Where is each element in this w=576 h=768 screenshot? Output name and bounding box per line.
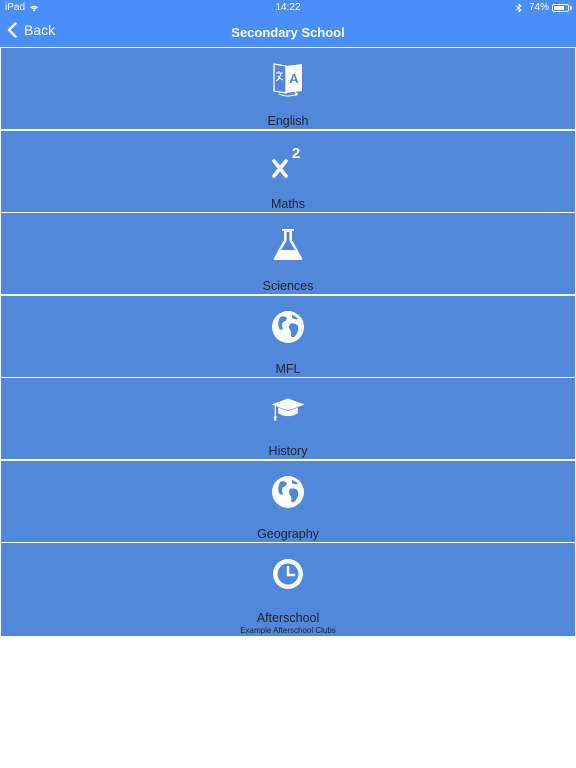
menu-item-geography[interactable]: Geography bbox=[1, 460, 575, 542]
menu-item-afterschool[interactable]: Afterschool Example Afterschool Clubs bbox=[1, 543, 575, 636]
x-squared-icon: 2 bbox=[270, 144, 306, 180]
translate-icon: A bbox=[270, 61, 306, 97]
menu-item-mfl[interactable]: MFL bbox=[1, 295, 575, 377]
subject-menu: A English 2 Maths Sciences MFL History G… bbox=[1, 48, 575, 638]
menu-item-label: English bbox=[267, 114, 309, 128]
status-bar: iPad 14:22 74% bbox=[0, 0, 576, 16]
globe-icon bbox=[270, 309, 306, 345]
status-right: 74% bbox=[515, 2, 572, 13]
clock-icon bbox=[270, 556, 306, 592]
page-title: Secondary School bbox=[231, 25, 345, 40]
menu-item-label: Maths bbox=[270, 196, 306, 211]
menu-item-maths[interactable]: 2 Maths bbox=[1, 130, 575, 212]
menu-item-english[interactable]: A English bbox=[1, 48, 575, 129]
nav-bar: Back Secondary School bbox=[0, 16, 576, 47]
bluetooth-icon bbox=[515, 2, 522, 13]
menu-item-label: MFL bbox=[275, 361, 301, 376]
status-time: 14:22 bbox=[275, 2, 301, 13]
battery-percent: 74% bbox=[528, 2, 549, 13]
battery-nub bbox=[570, 5, 572, 10]
graduation-cap-icon bbox=[270, 391, 306, 427]
battery-icon bbox=[552, 3, 569, 12]
svg-text:A: A bbox=[289, 71, 299, 86]
globe-icon bbox=[270, 474, 306, 510]
flask-icon bbox=[270, 226, 306, 262]
menu-item-label: Geography bbox=[257, 526, 319, 541]
menu-item-history[interactable]: History bbox=[1, 378, 575, 459]
menu-item-sciences[interactable]: Sciences bbox=[1, 213, 575, 294]
menu-item-label: Afterschool bbox=[256, 611, 320, 625]
battery-fill bbox=[554, 5, 564, 10]
menu-item-subtitle: Example Afterschool Clubs bbox=[240, 626, 336, 635]
svg-text:2: 2 bbox=[292, 145, 300, 162]
menu-item-label: Sciences bbox=[262, 279, 314, 293]
menu-item-label: History bbox=[268, 444, 308, 458]
